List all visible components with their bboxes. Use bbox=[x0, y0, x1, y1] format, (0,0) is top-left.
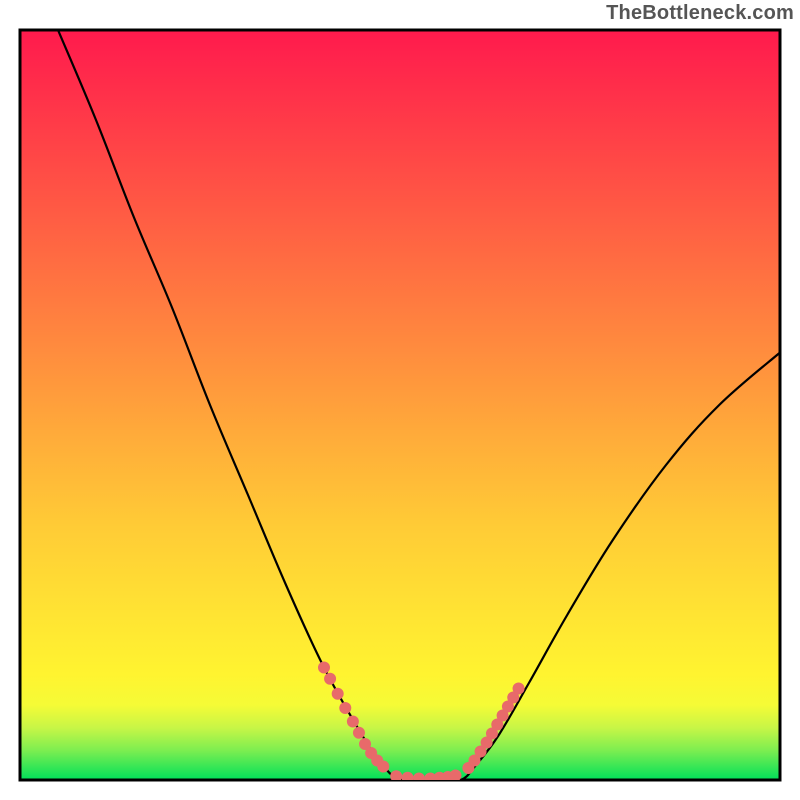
marker-dot bbox=[347, 716, 359, 728]
watermark-text: TheBottleneck.com bbox=[606, 2, 794, 25]
marker-dot bbox=[402, 772, 414, 784]
plot-area bbox=[20, 30, 780, 785]
marker-dot bbox=[353, 727, 365, 739]
marker-dot bbox=[339, 702, 351, 714]
marker-dot bbox=[324, 673, 336, 685]
gradient-background bbox=[20, 30, 780, 780]
chart-container: TheBottleneck.com bbox=[0, 0, 800, 800]
marker-dot bbox=[513, 683, 525, 695]
marker-dot bbox=[377, 761, 389, 773]
bottleneck-chart bbox=[0, 0, 800, 800]
marker-dot bbox=[413, 773, 425, 785]
marker-dot bbox=[449, 770, 461, 782]
marker-dot bbox=[332, 688, 344, 700]
marker-dot bbox=[318, 662, 330, 674]
